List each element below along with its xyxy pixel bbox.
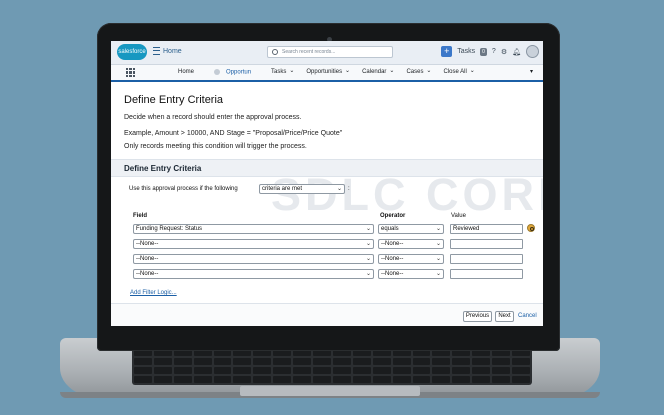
- header-actions: + Tasks 0 ? ⚙ 🔔︎: [441, 45, 539, 58]
- menu-icon: [153, 47, 160, 55]
- tab-tasks[interactable]: Tasks: [271, 67, 295, 76]
- home-label: Home: [163, 47, 182, 55]
- add-filter-logic-link[interactable]: Add Filter Logic...: [130, 290, 177, 296]
- field-select[interactable]: --None-- ⌄: [133, 239, 374, 249]
- operator-select[interactable]: equals ⌄: [378, 224, 444, 234]
- field-select[interactable]: --None-- ⌄: [133, 254, 374, 264]
- chevron-down-icon: ⌄: [336, 186, 342, 192]
- avatar[interactable]: [526, 45, 539, 58]
- use-process-label: Use this approval process if the followi…: [129, 186, 238, 192]
- criteria-select-value: criteria are met: [262, 186, 303, 192]
- record-icon: [214, 69, 221, 75]
- help-icon[interactable]: ?: [492, 48, 496, 55]
- gear-icon[interactable]: ⚙: [501, 48, 507, 56]
- app-nav: Home Opportun Tasks Opportunities Calend…: [111, 65, 543, 82]
- example-line: Example, Amount > 10000, AND Stage = "Pr…: [124, 130, 343, 137]
- tab-home[interactable]: Home: [178, 69, 202, 76]
- tab-opportunities[interactable]: Opportunities: [306, 67, 350, 76]
- tab-opportun-label: Opportun: [226, 69, 252, 76]
- chevron-down-icon: ⌄: [365, 241, 371, 247]
- field-select-value: --None--: [136, 271, 159, 277]
- next-button[interactable]: Next: [495, 311, 514, 322]
- description-line: Decide when a record should enter the ap…: [124, 114, 302, 121]
- nav-items: Home Opportun Tasks Opportunities Calend…: [178, 67, 475, 76]
- operator-select-value: equals: [381, 226, 399, 232]
- field-select[interactable]: Funding Request: Status ⌄: [133, 224, 374, 234]
- chevron-down-icon: ⌄: [435, 241, 441, 247]
- app-launcher-icon[interactable]: [126, 68, 135, 77]
- plus-icon[interactable]: +: [441, 46, 453, 57]
- chevron-down-icon: ⌄: [435, 226, 441, 232]
- chevron-down-icon: ⌄: [365, 271, 371, 277]
- page-title: Define Entry Criteria: [124, 94, 224, 106]
- field-select-value: --None--: [136, 241, 159, 247]
- cancel-link[interactable]: Cancel: [518, 313, 537, 319]
- value-input[interactable]: Reviewed: [450, 224, 523, 234]
- tab-cases[interactable]: Cases: [406, 67, 431, 76]
- field-select-value: Funding Request: Status: [136, 226, 203, 232]
- tab-opportun[interactable]: Opportun: [214, 69, 259, 76]
- field-select[interactable]: --None-- ⌄: [133, 269, 374, 279]
- tasks-label[interactable]: Tasks: [457, 48, 475, 55]
- value-input-text: Reviewed: [453, 226, 480, 232]
- previous-button[interactable]: Previous: [463, 311, 492, 322]
- field-select-value: --None--: [136, 256, 159, 262]
- nav-overflow-icon[interactable]: ▾: [530, 68, 533, 75]
- operator-select-value: --None--: [381, 271, 404, 277]
- chevron-down-icon: ⌄: [435, 256, 441, 262]
- operator-select[interactable]: --None-- ⌄: [378, 239, 444, 249]
- operator-select[interactable]: --None-- ⌄: [378, 254, 444, 264]
- colon: :: [348, 186, 350, 192]
- laptop-keyboard: [132, 347, 532, 385]
- operator-select-value: --None--: [381, 256, 404, 262]
- chevron-down-icon: ⌄: [365, 226, 371, 232]
- section-header: Define Entry Criteria: [111, 159, 543, 177]
- note-line: Only records meeting this condition will…: [124, 143, 307, 150]
- lookup-icon[interactable]: [527, 224, 535, 232]
- chevron-down-icon: ⌄: [365, 256, 371, 262]
- salesforce-logo: salesforce: [117, 44, 147, 60]
- column-operator: Operator: [380, 213, 406, 219]
- criteria-select[interactable]: criteria are met ⌄: [259, 184, 345, 194]
- operator-select-value: --None--: [381, 241, 404, 247]
- section-title: Define Entry Criteria: [124, 164, 202, 173]
- search-input[interactable]: Search recent records...: [267, 46, 393, 58]
- value-input[interactable]: [450, 239, 523, 249]
- laptop-trackpad: [240, 386, 420, 396]
- value-input[interactable]: [450, 269, 523, 279]
- bell-icon[interactable]: 🔔︎: [512, 48, 521, 56]
- search-placeholder: Search recent records...: [282, 49, 336, 55]
- column-field: Field: [133, 213, 148, 219]
- chevron-down-icon: ⌄: [435, 271, 441, 277]
- screen: salesforce Home Search recent records...…: [111, 41, 543, 326]
- column-value: Value: [451, 213, 466, 219]
- tab-calendar[interactable]: Calendar: [362, 67, 395, 76]
- tasks-count-badge: 0: [480, 47, 487, 56]
- home-link[interactable]: Home: [153, 47, 182, 55]
- value-input[interactable]: [450, 254, 523, 264]
- global-header: salesforce Home Search recent records...…: [111, 41, 543, 65]
- operator-select[interactable]: --None-- ⌄: [378, 269, 444, 279]
- search-icon: [272, 49, 278, 55]
- tab-close-all[interactable]: Close All: [443, 67, 475, 76]
